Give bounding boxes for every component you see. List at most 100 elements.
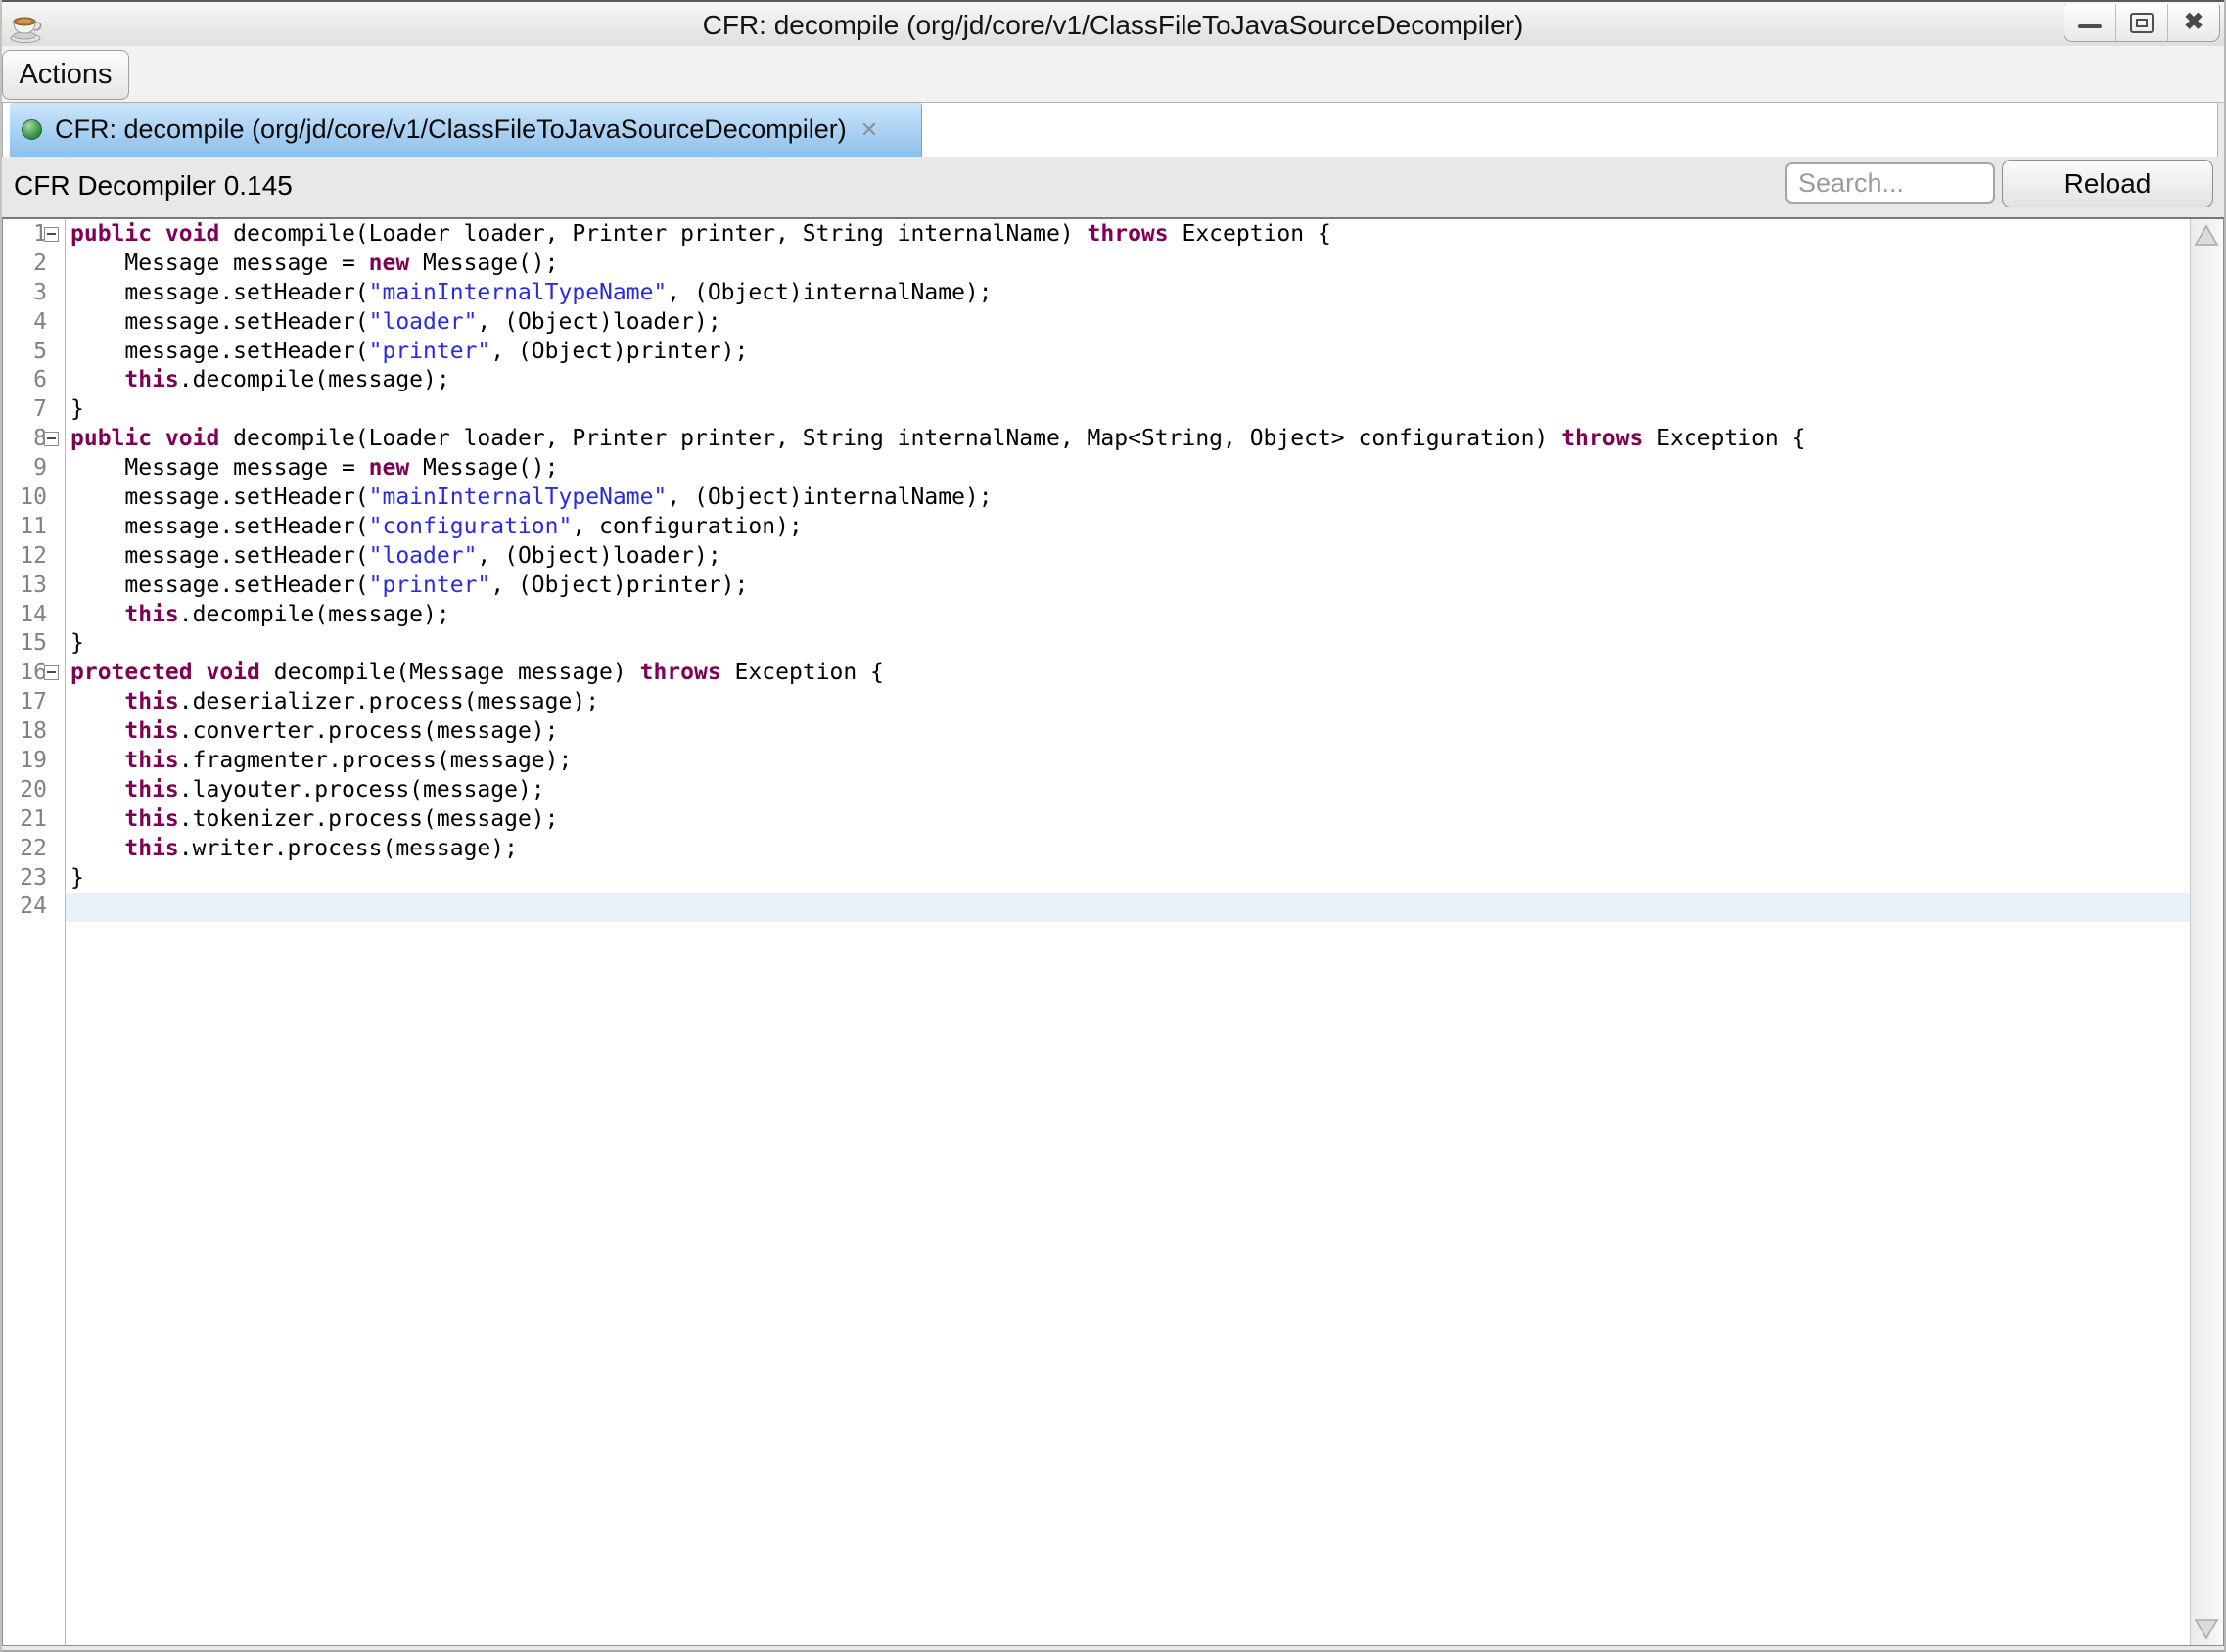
line-number: 7 xyxy=(33,395,47,425)
gutter: 22 xyxy=(3,835,66,864)
code-line: 3 message.setHeader("mainInternalTypeNam… xyxy=(3,279,2191,308)
menu-item-actions[interactable]: Actions xyxy=(2,50,129,100)
gutter: 9 xyxy=(3,454,66,483)
token-keyword: public void xyxy=(70,221,219,247)
code-editor[interactable]: 1public void decompile(Loader loader, Pr… xyxy=(2,217,2224,1646)
token-keyword: this xyxy=(124,602,178,627)
code-text[interactable]: this.fragmenter.process(message); xyxy=(66,747,2191,776)
code-text[interactable]: this.converter.process(message); xyxy=(66,717,2191,747)
gutter: 10 xyxy=(3,483,66,513)
gutter: 19 xyxy=(3,747,66,776)
gutter: 14 xyxy=(3,601,66,630)
code-line: 9 Message message = new Message(); xyxy=(3,454,2191,483)
token-text: , configuration); xyxy=(572,514,802,539)
code-line: 7} xyxy=(3,395,2191,425)
code-text[interactable]: message.setHeader("mainInternalTypeName"… xyxy=(66,483,2191,513)
code-line: 11 message.setHeader("configuration", co… xyxy=(3,513,2191,542)
token-keyword: this xyxy=(124,748,178,773)
token-text xyxy=(70,777,124,803)
code-line: 14 this.decompile(message); xyxy=(3,601,2191,630)
token-text: .converter.process(message); xyxy=(179,718,559,744)
code-line: 21 this.tokenizer.process(message); xyxy=(3,805,2191,835)
token-string: "loader" xyxy=(369,309,478,335)
vertical-scrollbar[interactable] xyxy=(2190,219,2223,1645)
search-input[interactable] xyxy=(1785,162,1995,204)
gutter: 4 xyxy=(3,308,66,338)
gutter: 24 xyxy=(3,893,66,922)
tab-decompile[interactable]: CFR: decompile (org/jd/core/v1/ClassFile… xyxy=(10,103,922,157)
tab-close-icon[interactable]: ✕ xyxy=(860,119,878,141)
gutter: 13 xyxy=(3,572,66,601)
code-text[interactable]: Message message = new Message(); xyxy=(66,250,2191,279)
gutter: 5 xyxy=(3,338,66,367)
line-number: 13 xyxy=(20,572,47,601)
code-line: 23} xyxy=(3,864,2191,894)
token-keyword: throws xyxy=(1088,221,1169,247)
token-keyword: this xyxy=(124,806,178,832)
gutter: 20 xyxy=(3,776,66,805)
token-string: "mainInternalTypeName" xyxy=(369,280,668,305)
token-text: , (Object)printer); xyxy=(490,573,748,598)
token-text: Exception { xyxy=(721,660,884,685)
token-string: "mainInternalTypeName" xyxy=(369,484,668,510)
scroll-down-arrow-icon[interactable] xyxy=(2193,1616,2220,1641)
code-lines-container: 1public void decompile(Loader loader, Pr… xyxy=(3,220,2191,1645)
toolbar: CFR Decompiler 0.145 Reload xyxy=(2,157,2224,217)
code-text[interactable]: public void decompile(Loader loader, Pri… xyxy=(66,220,2191,250)
token-text: .decompile(message); xyxy=(179,602,450,627)
line-number: 17 xyxy=(20,688,47,717)
token-text: decompile(Message message) xyxy=(260,660,640,685)
code-text[interactable]: public void decompile(Loader loader, Pri… xyxy=(66,425,2191,454)
reload-button[interactable]: Reload xyxy=(2002,160,2213,207)
token-text: , (Object)internalName); xyxy=(667,484,992,510)
line-number: 6 xyxy=(33,366,47,395)
code-text[interactable]: message.setHeader("loader", (Object)load… xyxy=(66,542,2191,572)
token-keyword: public void xyxy=(70,426,219,451)
token-text: message.setHeader( xyxy=(70,309,369,335)
code-line: 6 this.decompile(message); xyxy=(3,366,2191,395)
code-text[interactable]: this.layouter.process(message); xyxy=(66,776,2191,805)
code-text[interactable]: message.setHeader("mainInternalTypeName"… xyxy=(66,279,2191,308)
gutter: 15 xyxy=(3,629,66,659)
code-line: 8public void decompile(Loader loader, Pr… xyxy=(3,425,2191,454)
tab-label: CFR: decompile (org/jd/core/v1/ClassFile… xyxy=(55,115,847,145)
code-text[interactable]: this.writer.process(message); xyxy=(66,835,2191,864)
code-text[interactable]: protected void decompile(Message message… xyxy=(66,659,2191,688)
code-text[interactable]: message.setHeader("printer", (Object)pri… xyxy=(66,338,2191,367)
code-text[interactable]: this.deserializer.process(message); xyxy=(66,688,2191,717)
code-text[interactable]: this.tokenizer.process(message); xyxy=(66,805,2191,835)
code-text[interactable] xyxy=(66,893,2191,922)
line-number: 24 xyxy=(20,893,47,922)
gutter: 12 xyxy=(3,542,66,572)
token-text: } xyxy=(70,865,84,891)
token-text xyxy=(70,806,124,832)
code-text[interactable]: } xyxy=(66,864,2191,894)
code-text[interactable]: } xyxy=(66,395,2191,425)
line-number: 23 xyxy=(20,864,47,894)
token-text: message.setHeader( xyxy=(70,484,369,510)
code-text[interactable]: } xyxy=(66,629,2191,659)
fold-toggle-icon[interactable] xyxy=(44,432,59,446)
gutter: 23 xyxy=(3,864,66,894)
code-text[interactable]: this.decompile(message); xyxy=(66,366,2191,395)
fold-toggle-icon[interactable] xyxy=(44,665,59,680)
line-number: 10 xyxy=(20,483,47,513)
token-text: Message(); xyxy=(409,455,558,481)
code-text[interactable]: message.setHeader("printer", (Object)pri… xyxy=(66,572,2191,601)
maximize-icon xyxy=(2130,13,2154,33)
close-button[interactable]: ✖ xyxy=(2167,4,2219,41)
code-line: 17 this.deserializer.process(message); xyxy=(3,688,2191,717)
code-text[interactable]: Message message = new Message(); xyxy=(66,454,2191,483)
code-line: 2 Message message = new Message(); xyxy=(3,250,2191,279)
minimize-button[interactable] xyxy=(2064,4,2115,41)
line-number: 18 xyxy=(20,717,47,747)
maximize-button[interactable] xyxy=(2115,4,2167,41)
scroll-up-arrow-icon[interactable] xyxy=(2193,223,2220,249)
code-line: 1public void decompile(Loader loader, Pr… xyxy=(3,220,2191,250)
fold-toggle-icon[interactable] xyxy=(44,227,59,242)
code-text[interactable]: message.setHeader("configuration", confi… xyxy=(66,513,2191,542)
code-text[interactable]: message.setHeader("loader", (Object)load… xyxy=(66,308,2191,338)
code-line: 18 this.converter.process(message); xyxy=(3,717,2191,747)
line-number: 19 xyxy=(20,747,47,776)
code-text[interactable]: this.decompile(message); xyxy=(66,601,2191,630)
